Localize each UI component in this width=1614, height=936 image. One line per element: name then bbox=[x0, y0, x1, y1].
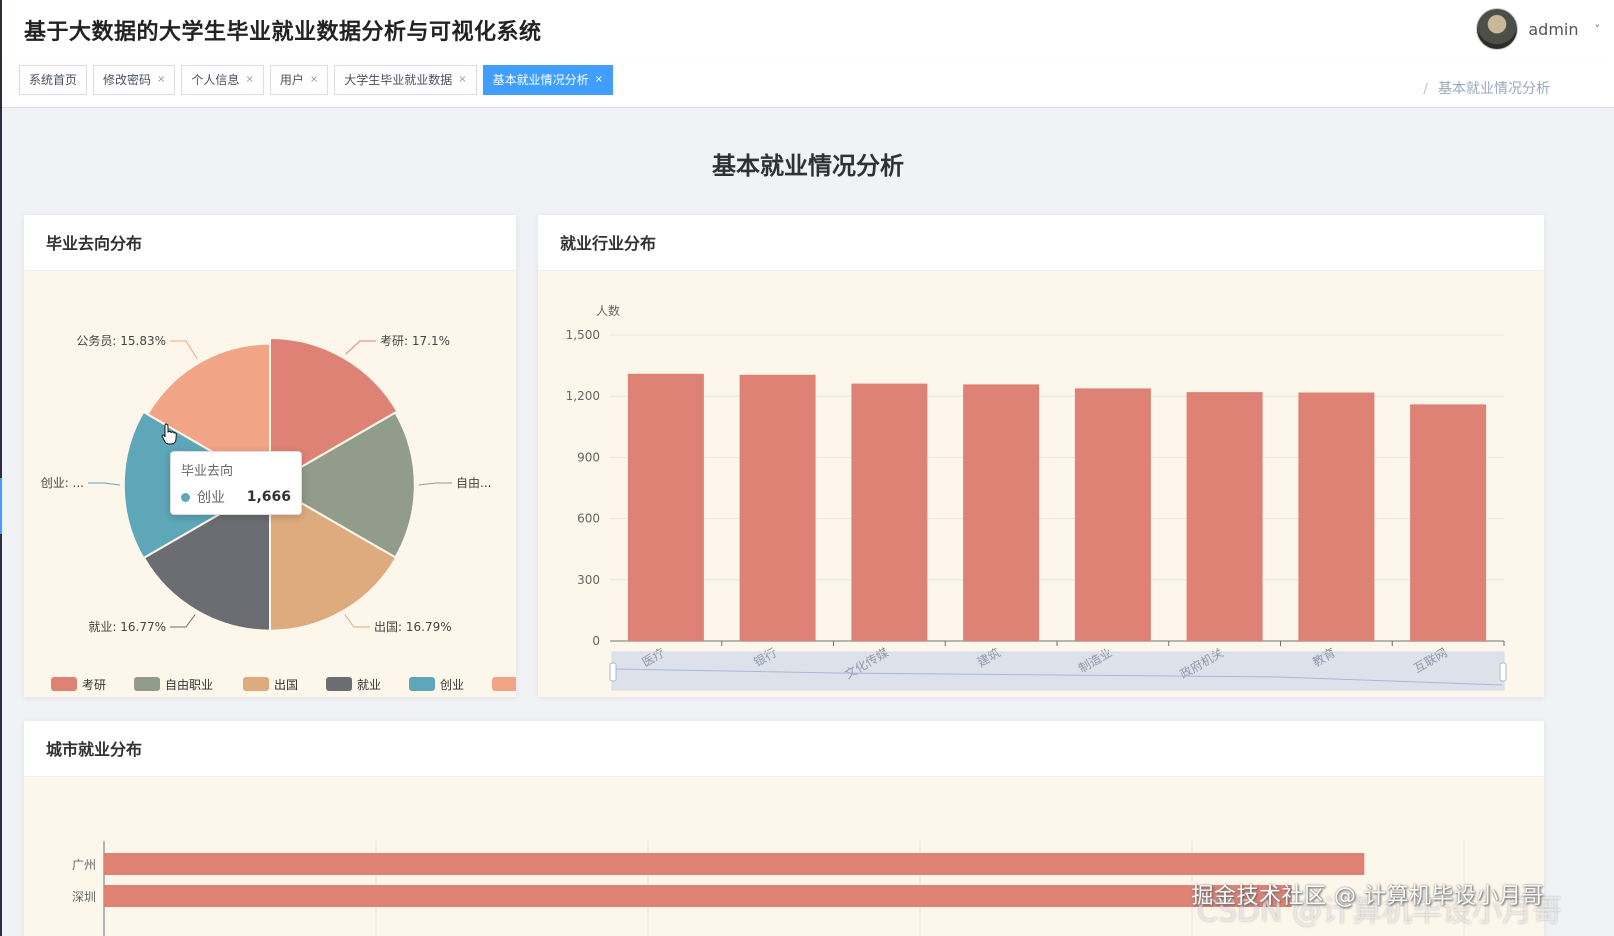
legend-swatch-1 bbox=[51, 677, 77, 691]
city-bar-2[interactable] bbox=[104, 885, 1292, 907]
y-tick-label: 0 bbox=[592, 634, 600, 648]
bar-6[interactable] bbox=[1186, 392, 1263, 641]
legend-swatch-4 bbox=[326, 677, 352, 691]
city-card-title: 城市就业分布 bbox=[24, 721, 1544, 777]
watermark-juejin: 掘金技术社区 @ 计算机毕设小月哥 bbox=[1191, 884, 1544, 909]
y-tick-label: 300 bbox=[577, 573, 600, 587]
close-icon[interactable]: × bbox=[157, 66, 165, 94]
datazoom-handle-left[interactable] bbox=[609, 662, 617, 682]
bar-4[interactable] bbox=[963, 384, 1040, 641]
pie-label-5: 创业: ... bbox=[41, 476, 84, 490]
breadcrumb: / 基本就业情况分析 bbox=[1423, 78, 1550, 98]
main-content: 基本就业情况分析 毕业去向分布 考研: 17.1% 自由... 出国: 16.79%… bbox=[2, 108, 1614, 936]
tag-employment-analysis[interactable]: 基本就业情况分析 × bbox=[482, 65, 614, 95]
tag-label: 修改密码 bbox=[103, 73, 152, 87]
username[interactable]: admin bbox=[1528, 20, 1578, 39]
page-title: 基本就业情况分析 bbox=[712, 152, 904, 180]
datazoom-handle-right[interactable] bbox=[1499, 662, 1507, 682]
top-navbar: 基于大数据的大学生毕业就业数据分析与可视化系统 admin ˅ bbox=[2, 0, 1614, 62]
pie-label-4: 就业: 16.77% bbox=[88, 620, 166, 634]
tooltip-title: 毕业去向 bbox=[181, 464, 234, 479]
close-icon[interactable]: × bbox=[310, 66, 318, 94]
legend-label-3: 出国 bbox=[274, 678, 298, 692]
legend-label-2: 自由职业 bbox=[165, 678, 213, 692]
legend-label-1: 考研 bbox=[82, 678, 106, 692]
city-label-2: 深圳 bbox=[72, 890, 96, 904]
y-tick-label: 1,500 bbox=[566, 328, 600, 342]
y-tick-label: 1,200 bbox=[566, 389, 600, 403]
legend-swatch-3 bbox=[243, 677, 269, 691]
pie-label-1: 考研: 17.1% bbox=[380, 334, 450, 348]
legend-swatch-5 bbox=[409, 677, 435, 691]
legend-swatch-2 bbox=[134, 677, 160, 691]
bar-card-title: 就业行业分布 bbox=[538, 215, 1544, 271]
tag-label: 用户 bbox=[279, 73, 304, 87]
close-icon[interactable]: × bbox=[595, 66, 603, 94]
legend-label-4: 就业 bbox=[357, 678, 381, 692]
pie-label-line-5 bbox=[88, 482, 120, 486]
tag-label: 大学生毕业就业数据 bbox=[344, 73, 453, 87]
pie-chart-card: 毕业去向分布 考研: 17.1% 自由... 出国: 16.79% 就业: 16.77… bbox=[24, 215, 516, 697]
user-menu[interactable]: admin ˅ bbox=[1476, 8, 1600, 50]
tooltip-marker bbox=[181, 492, 190, 502]
tags-view-bar: 系统首页 修改密码 × 个人信息 × 用户 × 大学生毕业就业数据 × 基本就业情况分析… bbox=[2, 62, 1614, 108]
breadcrumb-current: 基本就业情况分析 bbox=[1438, 81, 1550, 97]
tag-label: 基本就业情况分析 bbox=[492, 73, 589, 87]
hand-cursor-icon bbox=[161, 423, 177, 445]
close-icon[interactable]: × bbox=[458, 66, 466, 94]
legend-swatch-6 bbox=[492, 677, 516, 691]
pie-label-line-6 bbox=[170, 340, 198, 360]
pie-label-3: 出国: 16.79% bbox=[374, 620, 452, 634]
tag-change-password[interactable]: 修改密码 × bbox=[93, 65, 176, 95]
tag-employment-data[interactable]: 大学生毕业就业数据 × bbox=[334, 65, 477, 95]
avatar[interactable] bbox=[1476, 8, 1519, 50]
bar-2[interactable] bbox=[739, 374, 816, 641]
pie-card-title: 毕业去向分布 bbox=[24, 215, 516, 271]
pie-label-2: 自由... bbox=[456, 476, 491, 490]
bar-8[interactable] bbox=[1410, 404, 1487, 641]
bar-chart-card: 就业行业分布 人数03006009001,2001,500医疗银行文化传媒建筑制… bbox=[538, 215, 1544, 697]
pie-label-line-4 bbox=[170, 614, 196, 628]
y-tick-label: 600 bbox=[577, 512, 600, 526]
city-label-1: 广州 bbox=[72, 858, 96, 872]
pie-label-line-3 bbox=[344, 614, 370, 628]
y-tick-label: 900 bbox=[577, 450, 600, 464]
close-icon[interactable]: × bbox=[245, 66, 253, 94]
tag-home[interactable]: 系统首页 bbox=[19, 65, 88, 95]
tag-label: 个人信息 bbox=[191, 73, 240, 87]
tooltip-row: 创业 1,666 bbox=[181, 487, 291, 507]
bar-5[interactable] bbox=[1074, 388, 1151, 641]
breadcrumb-separator: / bbox=[1423, 81, 1428, 97]
city-bar-1[interactable] bbox=[104, 853, 1365, 875]
tag-profile[interactable]: 个人信息 × bbox=[181, 65, 264, 95]
chevron-down-icon[interactable]: ˅ bbox=[1595, 23, 1601, 36]
pie-label-line-2 bbox=[418, 482, 452, 486]
tooltip-series-label: 创业 bbox=[197, 490, 225, 506]
tag-users[interactable]: 用户 × bbox=[269, 65, 329, 95]
legend-label-5: 创业 bbox=[440, 678, 464, 692]
tooltip-value: 1,666 bbox=[246, 489, 291, 505]
chart-tooltip: 毕业去向 创业 1,666 bbox=[170, 451, 302, 515]
y-axis-title: 人数 bbox=[596, 303, 620, 318]
bar-3[interactable] bbox=[851, 383, 928, 641]
tags-list: 系统首页 修改密码 × 个人信息 × 用户 × 大学生毕业就业数据 × 基本就业情况分析… bbox=[19, 65, 614, 95]
pie-label-line-1 bbox=[345, 340, 376, 355]
bar-7[interactable] bbox=[1298, 392, 1375, 642]
pie-label-6: 公务员: 15.83% bbox=[76, 333, 166, 348]
tag-label: 系统首页 bbox=[29, 73, 78, 87]
bar-1[interactable] bbox=[627, 373, 704, 641]
app-title: 基于大数据的大学生毕业就业数据分析与可视化系统 bbox=[24, 20, 542, 45]
bar-chart[interactable]: 人数03006009001,2001,500医疗银行文化传媒建筑制造业政府机关教… bbox=[538, 271, 1544, 697]
